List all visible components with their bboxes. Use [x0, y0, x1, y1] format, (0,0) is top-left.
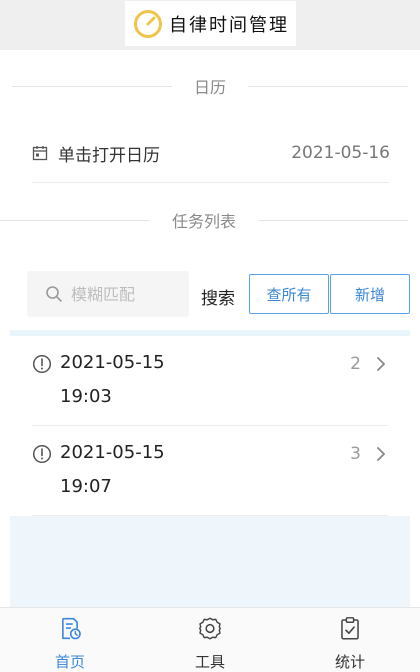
task-list: 2021-05-15 19:03 2 2021-05-15 19:07 3: [10, 336, 410, 516]
search-box[interactable]: [27, 271, 189, 317]
search-icon: [46, 286, 62, 302]
bottom-tab-bar: 首页 工具 统计: [0, 607, 420, 672]
task-count: 3: [350, 444, 361, 464]
task-list-section-title: 任务列表: [0, 208, 420, 232]
calendar-section-title: 日历: [0, 74, 420, 98]
tab-home-label: 首页: [54, 653, 85, 671]
calendar-date: 2021-05-16: [291, 143, 390, 163]
divider: [248, 85, 409, 87]
divider: [258, 219, 409, 221]
clock-logo-icon: [134, 9, 162, 38]
tab-tools[interactable]: 工具: [140, 608, 280, 672]
app-header: 自律时间管理: [0, 0, 420, 50]
open-calendar-row[interactable]: 单击打开日历 2021-05-16: [32, 138, 390, 168]
search-button[interactable]: 搜索: [201, 284, 235, 309]
task-date: 2021-05-15: [60, 442, 165, 463]
task-time: 19:03: [60, 386, 112, 407]
task-count: 2: [350, 354, 361, 374]
divider: [12, 85, 172, 87]
chevron-right-icon: [377, 357, 385, 371]
tab-stats-label: 统计: [334, 653, 365, 671]
chevron-right-icon: [377, 447, 385, 461]
task-time: 19:07: [60, 476, 112, 497]
tab-stats[interactable]: 统计: [280, 608, 420, 672]
clipboard-check-icon: [341, 617, 359, 640]
home-doc-clock-icon: [62, 617, 81, 640]
alert-circle-icon: [32, 354, 52, 374]
task-list-heading: 任务列表: [172, 212, 237, 231]
open-calendar-label: 单击打开日历: [58, 145, 160, 166]
tab-tools-label: 工具: [194, 653, 225, 671]
alert-circle-icon: [32, 444, 52, 464]
list-item[interactable]: 2021-05-15 19:03 2: [10, 336, 410, 426]
search-input[interactable]: [69, 283, 183, 305]
divider: [32, 182, 389, 183]
tab-home[interactable]: 首页: [0, 608, 140, 672]
divider: [0, 219, 150, 221]
view-all-button[interactable]: 查所有: [249, 274, 329, 314]
task-date: 2021-05-15: [60, 352, 165, 373]
list-item[interactable]: 2021-05-15 19:07 3: [10, 426, 410, 516]
calendar-heading: 日历: [194, 78, 227, 97]
app-title: 自律时间管理: [169, 14, 289, 36]
gear-icon: [199, 617, 221, 640]
add-task-button[interactable]: 新增: [330, 274, 410, 314]
divider: [32, 515, 388, 516]
app-logo: 自律时间管理: [125, 1, 296, 46]
calendar-icon: [32, 146, 48, 161]
